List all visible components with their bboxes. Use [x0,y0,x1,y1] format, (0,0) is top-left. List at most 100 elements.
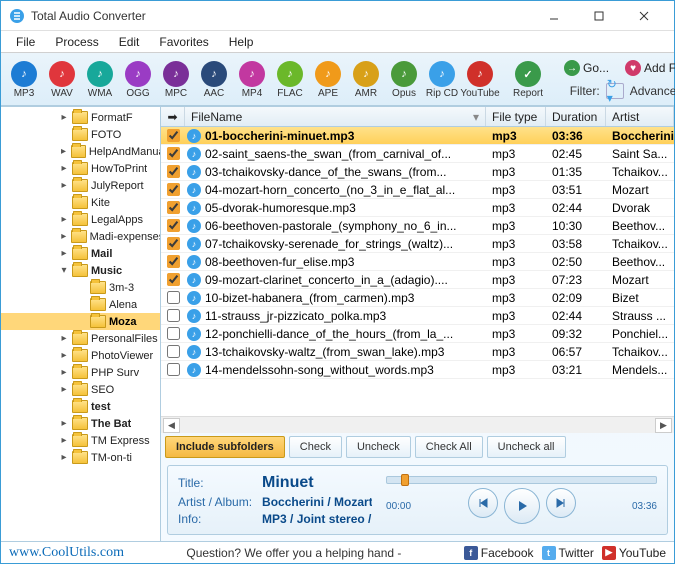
minimize-button[interactable] [531,2,576,30]
expand-icon[interactable]: ▸ [59,180,69,191]
expand-icon[interactable]: ▸ [59,384,69,395]
tree-item[interactable]: ▸JulyReport [1,177,160,194]
format-youtube[interactable]: ♪YouTube [463,61,497,99]
tree-item[interactable]: ▸The Bat [1,415,160,432]
file-row[interactable]: ♪06-beethoven-pastorale_(symphony_no_6_i… [161,217,674,235]
file-checkbox[interactable] [167,237,180,250]
file-checkbox[interactable] [167,129,180,142]
file-checkbox[interactable] [167,273,180,286]
file-checkbox[interactable] [167,255,180,268]
format-mpc[interactable]: ♪MPC [159,61,193,99]
expand-icon[interactable]: ▸ [59,214,69,225]
tree-item[interactable]: FOTO [1,126,160,143]
format-wma[interactable]: ♪WMA [83,61,117,99]
footer-url[interactable]: www.CoolUtils.com [9,545,124,561]
scroll-right-button[interactable]: ▶ [655,418,672,433]
format-mp3[interactable]: ♪MP3 [7,61,41,99]
report-button[interactable]: ✓ Report [513,61,543,99]
maximize-button[interactable] [576,2,621,30]
menu-help[interactable]: Help [220,33,263,51]
format-ogg[interactable]: ♪OGG [121,61,155,99]
progress-thumb[interactable] [401,474,409,486]
expand-icon[interactable]: ▸ [59,452,69,463]
close-button[interactable] [621,2,666,30]
col-filetype[interactable]: File type [486,107,546,126]
file-row[interactable]: ♪07-tchaikovsky-serenade_for_strings_(wa… [161,235,674,253]
file-row[interactable]: ♪04-mozart-horn_concerto_(no_3_in_e_flat… [161,181,674,199]
file-row[interactable]: ♪12-ponchielli-dance_of_the_hours_(from_… [161,325,674,343]
scroll-left-button[interactable]: ◀ [163,418,180,433]
tree-item[interactable]: ▸HelpAndManual [1,143,160,160]
tree-item[interactable]: ▸FormatF [1,109,160,126]
progress-bar[interactable] [386,476,657,484]
format-wav[interactable]: ♪WAV [45,61,79,99]
col-artist[interactable]: Artist [606,107,674,126]
file-row[interactable]: ♪13-tchaikovsky-waltz_(from_swan_lake).m… [161,343,674,361]
expand-icon[interactable]: ▸ [59,248,69,259]
file-checkbox[interactable] [167,147,180,160]
filter-cycle-button[interactable]: ↻ ▾ [606,83,624,99]
file-checkbox[interactable] [167,201,180,214]
folder-tree[interactable]: ▸FormatFFOTO▸HelpAndManual▸HowToPrint▸Ju… [1,107,161,541]
format-amr[interactable]: ♪AMR [349,61,383,99]
file-checkbox[interactable] [167,183,180,196]
file-checkbox[interactable] [167,309,180,322]
menu-favorites[interactable]: Favorites [150,33,217,51]
col-duration[interactable]: Duration [546,107,606,126]
tree-item[interactable]: Alena [1,296,160,313]
expand-icon[interactable]: ▸ [59,231,68,242]
tree-item[interactable]: ▾Music [1,262,160,279]
include-subfolders-button[interactable]: Include subfolders [165,436,285,458]
expand-icon[interactable]: ▸ [59,163,69,174]
horizontal-scrollbar[interactable]: ◀ ▶ [161,416,674,433]
uncheck-all-button[interactable]: Uncheck all [487,436,566,458]
check-button[interactable]: Check [289,436,342,458]
file-checkbox[interactable] [167,291,180,304]
expand-icon[interactable]: ▸ [59,146,68,157]
twitter-link[interactable]: tTwitter [542,546,594,560]
tree-item[interactable]: ▸PHP Surv [1,364,160,381]
format-mp4[interactable]: ♪MP4 [235,61,269,99]
tree-item[interactable]: 3m-3 [1,279,160,296]
file-row[interactable]: ♪01-boccherini-minuet.mp3mp303:36Boccher… [161,127,674,145]
prev-button[interactable] [468,488,498,518]
format-opus[interactable]: ♪Opus [387,61,421,99]
file-checkbox[interactable] [167,219,180,232]
tree-item[interactable]: test [1,398,160,415]
file-row[interactable]: ♪14-mendelssohn-song_without_words.mp3mp… [161,361,674,379]
tree-item[interactable]: ▸Madi-expenses [1,228,160,245]
tree-item[interactable]: ▸TM-on-ti [1,449,160,466]
check-all-button[interactable]: Check All [415,436,483,458]
expand-icon[interactable]: ▸ [59,350,69,361]
file-list[interactable]: ♪01-boccherini-minuet.mp3mp303:36Boccher… [161,127,674,416]
col-filename[interactable]: FileName▾ [185,107,486,126]
advanced-filter-link[interactable]: Advanced filter [630,84,675,98]
file-row[interactable]: ♪03-tchaikovsky-dance_of_the_swans_(from… [161,163,674,181]
tree-item[interactable]: ▸PhotoViewer [1,347,160,364]
format-ape[interactable]: ♪APE [311,61,345,99]
tree-item[interactable]: ▸LegalApps [1,211,160,228]
file-row[interactable]: ♪08-beethoven-fur_elise.mp3mp302:50Beeth… [161,253,674,271]
format-aac[interactable]: ♪AAC [197,61,231,99]
file-row[interactable]: ♪02-saint_saens-the_swan_(from_carnival_… [161,145,674,163]
file-checkbox[interactable] [167,327,180,340]
menu-file[interactable]: File [7,33,44,51]
format-rip-cd[interactable]: ♪Rip CD [425,61,459,99]
expand-icon[interactable]: ▾ [59,265,69,276]
col-checkbox[interactable]: ➡ [161,107,185,126]
expand-icon[interactable]: ▸ [59,418,69,429]
tree-item[interactable]: ▸SEO [1,381,160,398]
format-flac[interactable]: ♪FLAC [273,61,307,99]
expand-icon[interactable]: ▸ [59,112,69,123]
file-checkbox[interactable] [167,363,180,376]
menu-edit[interactable]: Edit [110,33,149,51]
file-checkbox[interactable] [167,345,180,358]
expand-icon[interactable]: ▸ [59,367,69,378]
file-row[interactable]: ♪11-strauss_jr-pizzicato_polka.mp3mp302:… [161,307,674,325]
file-row[interactable]: ♪09-mozart-clarinet_concerto_in_a_(adagi… [161,271,674,289]
tree-item[interactable]: ▸HowToPrint [1,160,160,177]
play-button[interactable] [504,488,540,524]
tree-item[interactable]: Moza [1,313,160,330]
file-checkbox[interactable] [167,165,180,178]
go-button[interactable]: →Go... [559,57,614,79]
